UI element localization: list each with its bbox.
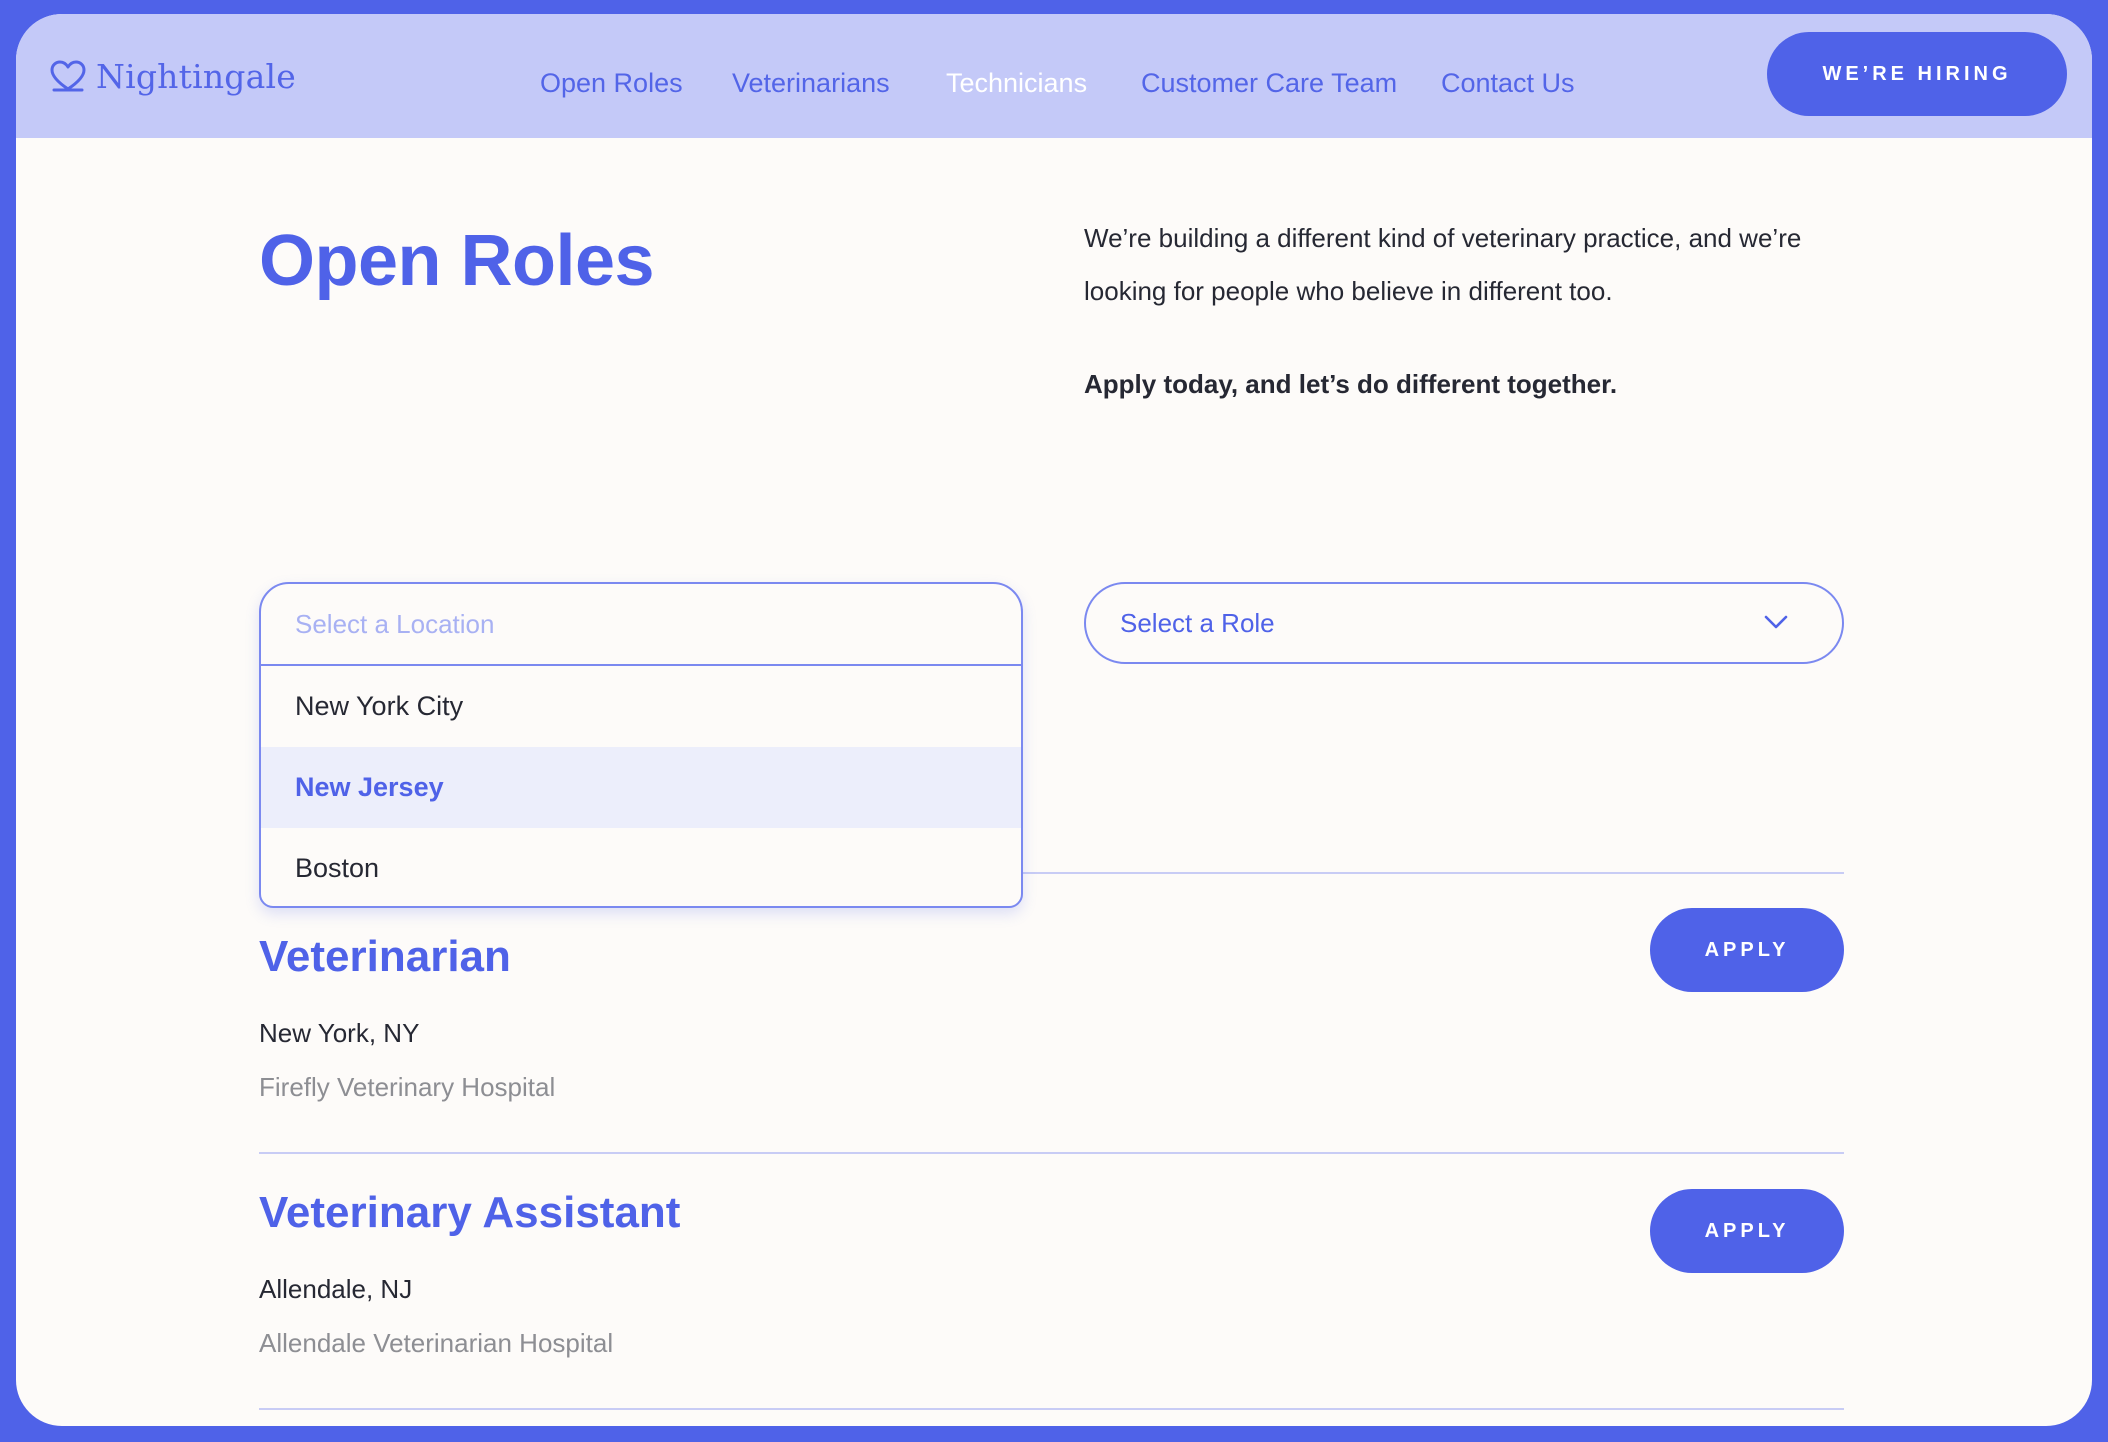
page-title: Open Roles: [259, 221, 655, 301]
were-hiring-button[interactable]: WE’RE HIRING: [1767, 32, 2067, 116]
job-location: Allendale, NJ: [259, 1274, 413, 1304]
nav-open-roles[interactable]: Open Roles: [540, 68, 683, 99]
intro-text: We’re building a different kind of veter…: [1084, 223, 1802, 306]
divider: [259, 1408, 1844, 1410]
intro-cta-text: Apply today, and let’s do different toge…: [1084, 369, 1618, 399]
apply-button[interactable]: APPLY: [1650, 908, 1844, 992]
nav-contact-us[interactable]: Contact Us: [1441, 68, 1575, 99]
nav-veterinarians[interactable]: Veterinarians: [732, 68, 890, 99]
location-search-input[interactable]: Select a Location: [261, 584, 1021, 666]
apply-button[interactable]: APPLY: [1650, 1189, 1844, 1273]
location-dropdown[interactable]: Select a Location New York City New Jers…: [259, 582, 1023, 908]
location-option-new-jersey[interactable]: New Jersey: [261, 747, 1021, 828]
app-window: Nightingale Open Roles Veterinarians Tec…: [16, 14, 2092, 1426]
job-title[interactable]: Veterinary Assistant: [259, 1188, 680, 1238]
divider: [259, 1152, 1844, 1154]
location-option-new-york-city[interactable]: New York City: [261, 666, 1021, 747]
nav-technicians[interactable]: Technicians: [946, 68, 1087, 99]
location-option-boston[interactable]: Boston: [261, 828, 1021, 906]
nav-customer-care-team[interactable]: Customer Care Team: [1141, 68, 1397, 99]
top-navigation-bar: Nightingale Open Roles Veterinarians Tec…: [16, 14, 2092, 138]
role-dropdown[interactable]: Select a Role: [1084, 582, 1844, 664]
job-hospital: Allendale Veterinarian Hospital: [259, 1328, 614, 1358]
job-location: New York, NY: [259, 1018, 420, 1048]
chevron-down-icon: [1764, 615, 1788, 629]
job-hospital: Firefly Veterinary Hospital: [259, 1072, 556, 1102]
job-title[interactable]: Veterinarian: [259, 932, 511, 982]
role-dropdown-label: Select a Role: [1120, 607, 1275, 638]
